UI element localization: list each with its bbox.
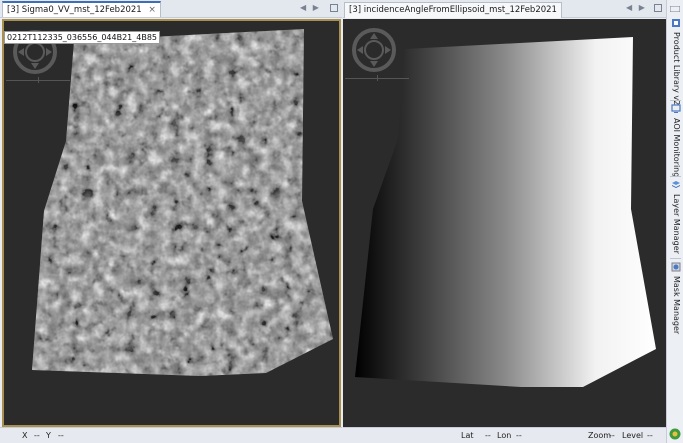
left-image-view: [3] Sigma0_VV_mst_12Feb2021 × ◀ ▶ 0212T1… [0,0,342,443]
side-tab-layer-manager[interactable]: Layer Manager [669,180,683,256]
tab-title: [3] Sigma0_VV_mst_12Feb2021 [7,5,142,15]
lat-value: -- [485,431,491,440]
tool-window-strip: Product Library v2 AOI Monitoring Layer … [666,0,683,443]
incidence-angle-image-canvas[interactable] [343,19,666,427]
level-value: -- [647,431,653,440]
left-status-bar: X -- Y -- [0,427,342,443]
tab-sigma0-vv[interactable]: [3] Sigma0_VV_mst_12Feb2021 × [2,1,161,17]
pan-compass-icon[interactable] [351,27,397,73]
tab-scroll-arrows[interactable]: ◀ ▶ [626,3,647,12]
right-status-bar: Lat -- Lon -- Zoom -- Level -- [343,427,666,443]
left-tab-bar: [3] Sigma0_VV_mst_12Feb2021 × ◀ ▶ [0,0,342,18]
snap-image-view-workspace: [3] Sigma0_VV_mst_12Feb2021 × ◀ ▶ 0212T1… [0,0,683,443]
lat-label: Lat [461,431,474,440]
y-label: Y [46,431,51,440]
collapse-icon[interactable] [670,6,680,12]
y-value: -- [58,431,64,440]
zoom-slider-handle[interactable] [377,75,378,81]
maximize-icon[interactable] [330,4,338,12]
side-tab-label: Layer Manager [672,194,681,254]
right-image-view: [3] incidenceAngleFromEllipsoid_mst_12Fe… [343,0,666,443]
tab-title: [3] incidenceAngleFromEllipsoid_mst_12Fe… [349,5,557,15]
product-name-label: 0212T112335_036556_044B21_4B85 [4,31,161,44]
sigma0-image-canvas[interactable]: 0212T112335_036556_044B21_4B85 [2,19,341,427]
side-tab-label: AOI Monitoring [672,118,681,178]
right-tab-bar: [3] incidenceAngleFromEllipsoid_mst_12Fe… [343,0,666,18]
monitor-icon [671,104,681,113]
divider [670,100,681,101]
level-label: Level [622,431,644,440]
tab-incidence-angle[interactable]: [3] incidenceAngleFromEllipsoid_mst_12Fe… [344,2,562,18]
side-tab-aoi-monitoring[interactable]: AOI Monitoring [669,104,683,178]
zoom-label: Zoom [588,431,612,440]
zoom-value: -- [609,431,615,440]
tab-scroll-arrows[interactable]: ◀ ▶ [300,3,321,12]
divider [670,176,681,177]
side-tab-label: Mask Manager [672,276,681,335]
x-value: -- [34,431,40,440]
mask-icon [671,262,681,272]
side-tab-label: Product Library v2 [672,32,681,106]
divider [670,258,681,259]
side-tab-product-library[interactable]: Product Library v2 [669,18,683,105]
sar-backscatter-image [32,29,333,376]
side-tab-mask-manager[interactable]: Mask Manager [669,262,683,334]
incidence-angle-image [355,37,656,387]
zoom-slider-handle[interactable] [38,77,39,83]
close-icon[interactable]: × [148,3,156,18]
lon-label: Lon [497,431,512,440]
layers-icon [672,181,680,188]
x-label: X [22,431,28,440]
library-icon [672,19,680,27]
maximize-icon[interactable] [654,4,662,12]
notification-icon[interactable] [669,428,681,440]
lon-value: -- [516,431,522,440]
